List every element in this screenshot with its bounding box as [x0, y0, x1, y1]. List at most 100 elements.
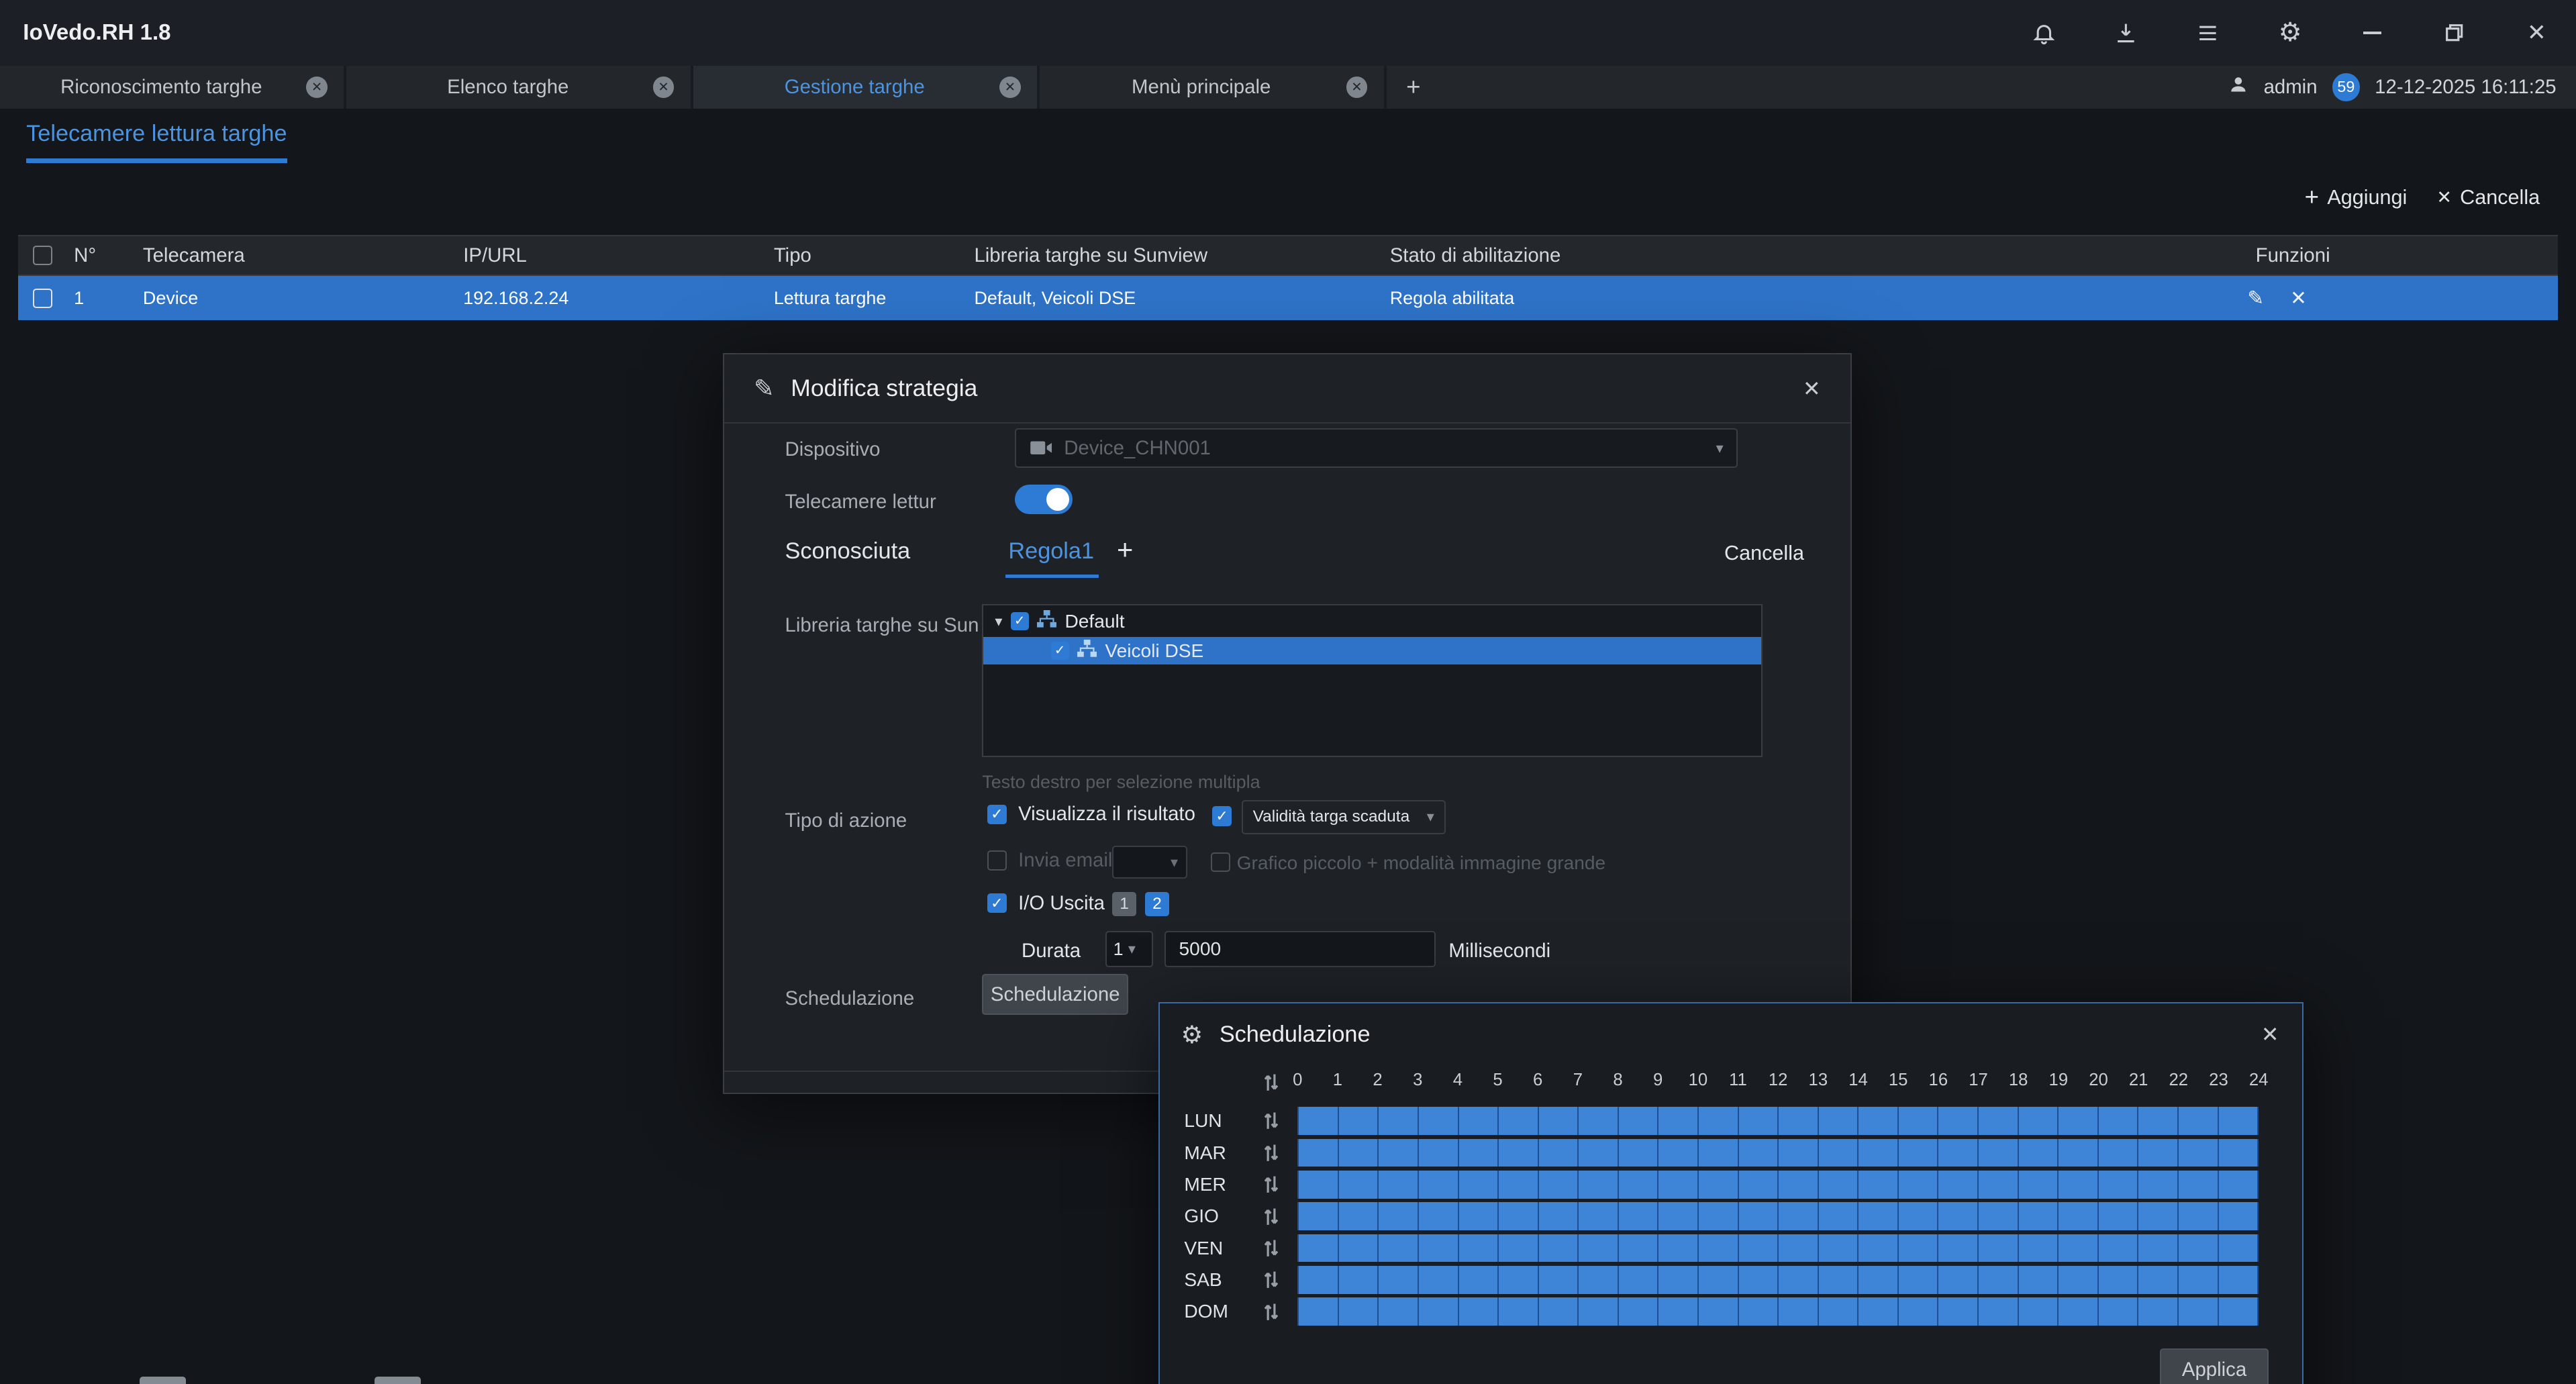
schedule-cell[interactable] — [1699, 1139, 1739, 1167]
schedule-cell[interactable] — [1658, 1297, 1699, 1326]
schedule-cell[interactable] — [1779, 1107, 1819, 1135]
schedule-cell[interactable] — [1379, 1266, 1419, 1294]
schedule-cell[interactable] — [2059, 1171, 2099, 1199]
schedule-row[interactable] — [1297, 1266, 2259, 1294]
rule-tab-regola1[interactable]: Regola1 — [1008, 538, 1094, 564]
email-select[interactable]: ▾ — [1112, 846, 1188, 879]
schedule-cell[interactable] — [1859, 1139, 1899, 1167]
schedule-cell[interactable] — [1938, 1171, 1979, 1199]
schedule-cell[interactable] — [1779, 1234, 1819, 1263]
schedule-cell[interactable] — [2219, 1139, 2259, 1167]
device-select[interactable]: Device_CHN001 ▾ — [1015, 428, 1738, 468]
validity-select[interactable]: Validità targa scaduta ▾ — [1242, 800, 1446, 834]
schedule-cell[interactable] — [2179, 1107, 2219, 1135]
schedule-cell[interactable] — [2219, 1234, 2259, 1263]
schedule-cell[interactable] — [1297, 1171, 1339, 1199]
tab-close-icon[interactable]: ✕ — [653, 77, 675, 98]
schedule-cell[interactable] — [1658, 1107, 1699, 1135]
schedule-cell[interactable] — [1459, 1139, 1499, 1167]
schedule-cell[interactable] — [1938, 1297, 1979, 1326]
schedule-cell[interactable] — [1419, 1202, 1459, 1230]
schedule-cell[interactable] — [1899, 1234, 1939, 1263]
row-select-icon[interactable] — [1263, 1302, 1279, 1322]
menu-icon[interactable] — [2191, 16, 2224, 49]
schedule-cell[interactable] — [1459, 1234, 1499, 1263]
schedule-cell[interactable] — [1819, 1266, 1859, 1294]
tab-riconoscimento-targhe[interactable]: Riconoscimento targhe✕ — [0, 66, 346, 109]
schedule-cell[interactable] — [1499, 1202, 1539, 1230]
schedule-cell[interactable] — [1459, 1107, 1499, 1135]
validity-checkbox-checked[interactable]: ✓ — [1212, 806, 1232, 826]
schedule-cell[interactable] — [1739, 1234, 1779, 1263]
schedule-cell[interactable] — [1899, 1297, 1939, 1326]
maximize-restore-button[interactable] — [2438, 16, 2471, 49]
schedule-cell[interactable] — [1779, 1171, 1819, 1199]
schedule-cell[interactable] — [1979, 1139, 2019, 1167]
schedule-cell[interactable] — [1379, 1139, 1419, 1167]
schedule-cell[interactable] — [1339, 1234, 1379, 1263]
schedule-cell[interactable] — [1419, 1234, 1459, 1263]
schedule-cell[interactable] — [1579, 1171, 1619, 1199]
schedule-cell[interactable] — [1979, 1202, 2019, 1230]
schedule-cell[interactable] — [1819, 1107, 1859, 1135]
schedule-cell[interactable] — [1699, 1234, 1739, 1263]
schedule-cell[interactable] — [1938, 1139, 1979, 1167]
tree-node-veicoli-dse[interactable]: ✓ Veicoli DSE — [983, 637, 1761, 665]
schedule-cell[interactable] — [1779, 1139, 1819, 1167]
schedule-cell[interactable] — [1499, 1139, 1539, 1167]
schedule-cell[interactable] — [2099, 1171, 2139, 1199]
schedule-cell[interactable] — [1699, 1266, 1739, 1294]
schedule-cell[interactable] — [1619, 1139, 1659, 1167]
schedule-cell[interactable] — [1979, 1266, 2019, 1294]
schedule-cell[interactable] — [2059, 1202, 2099, 1230]
send-email-option[interactable]: Invia email — [987, 849, 1113, 872]
schedule-cell[interactable] — [1979, 1297, 2019, 1326]
schedule-cell[interactable] — [1819, 1297, 1859, 1326]
schedule-cell[interactable] — [1899, 1139, 1939, 1167]
tree-expand-icon[interactable]: ▾ — [995, 613, 1002, 630]
rule-tab-sconosciuta[interactable]: Sconosciuta — [785, 538, 911, 564]
schedule-cell[interactable] — [1339, 1266, 1379, 1294]
apply-button[interactable]: Applica — [2160, 1348, 2269, 1384]
dialog-close-icon[interactable]: ✕ — [1803, 376, 1821, 401]
tree-checkbox-checked[interactable]: ✓ — [1011, 612, 1029, 630]
select-all-icon[interactable] — [1263, 1073, 1279, 1092]
window-close-button[interactable]: ✕ — [2520, 16, 2553, 49]
tab-close-icon[interactable]: ✕ — [306, 77, 328, 98]
schedule-row[interactable] — [1297, 1107, 2259, 1135]
schedule-cell[interactable] — [2019, 1266, 2059, 1294]
checkbox-checked[interactable]: ✓ — [987, 893, 1007, 913]
io-output-1-button[interactable]: 1 — [1112, 892, 1137, 917]
schedule-cell[interactable] — [1658, 1234, 1699, 1263]
delete-rule-button[interactable]: Cancella — [1724, 542, 1804, 565]
minimize-button[interactable] — [2356, 16, 2389, 49]
schedule-cell[interactable] — [1819, 1139, 1859, 1167]
schedule-cell[interactable] — [2059, 1234, 2099, 1263]
schedule-cell[interactable] — [2179, 1202, 2219, 1230]
schedule-cell[interactable] — [1658, 1202, 1699, 1230]
row-select-icon[interactable] — [1263, 1270, 1279, 1289]
schedule-cell[interactable] — [2099, 1234, 2139, 1263]
duration-select[interactable]: 1 ▾ — [1105, 931, 1153, 967]
schedule-cell[interactable] — [1859, 1202, 1899, 1230]
schedule-cell[interactable] — [1579, 1139, 1619, 1167]
schedule-cell[interactable] — [2138, 1266, 2179, 1294]
schedule-cell[interactable] — [1979, 1234, 2019, 1263]
schedule-cell[interactable] — [1579, 1266, 1619, 1294]
schedule-cell[interactable] — [1419, 1107, 1459, 1135]
schedule-cell[interactable] — [2219, 1202, 2259, 1230]
schedule-cell[interactable] — [1499, 1297, 1539, 1326]
schedule-cell[interactable] — [1297, 1234, 1339, 1263]
schedule-cell[interactable] — [1699, 1107, 1739, 1135]
io-output-2-button[interactable]: 2 — [1145, 892, 1170, 917]
schedule-cell[interactable] — [1699, 1171, 1739, 1199]
schedule-row[interactable] — [1297, 1171, 2259, 1199]
schedule-cell[interactable] — [1499, 1266, 1539, 1294]
schedule-cell[interactable] — [1619, 1171, 1659, 1199]
tree-checkbox-checked[interactable]: ✓ — [1051, 642, 1069, 660]
schedule-cell[interactable] — [2179, 1139, 2219, 1167]
schedule-cell[interactable] — [1459, 1266, 1499, 1294]
schedule-cell[interactable] — [1658, 1266, 1699, 1294]
edit-row-icon[interactable]: ✎ — [2247, 287, 2264, 310]
chart-checkbox-unchecked[interactable] — [1211, 852, 1230, 872]
